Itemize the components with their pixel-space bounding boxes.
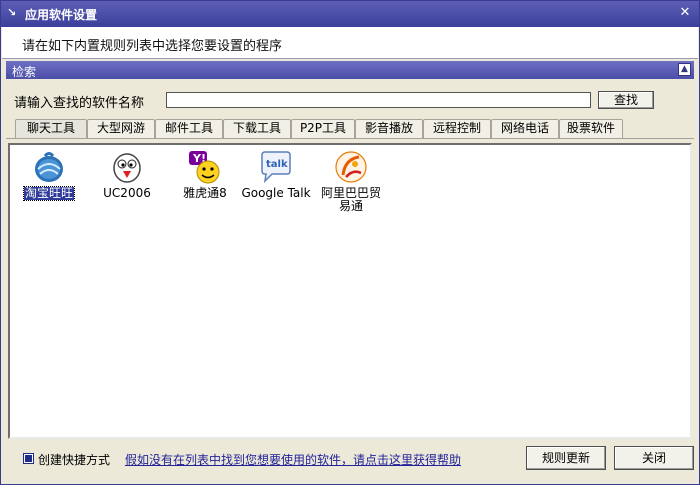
collapse-arrow-icon: ↘: [7, 6, 17, 19]
tab-remote-control[interactable]: 远程控制: [423, 119, 491, 138]
window-title: 应用软件设置: [25, 8, 98, 22]
find-button[interactable]: 查找: [598, 91, 654, 109]
app-name: Google Talk: [241, 186, 311, 200]
instruction-text: 请在如下内置规则列表中选择您要设置的程序: [22, 39, 283, 54]
search-label: 请输入查找的软件名称: [14, 96, 145, 111]
help-link[interactable]: 假如没有在列表中找到您想要使用的软件，请点击这里获得帮助: [125, 451, 461, 468]
alibaba-trademanager-icon: [335, 151, 367, 183]
app-item-yahoo-messenger[interactable]: Y! 雅虎通8: [169, 149, 241, 200]
wangwang-icon: [35, 152, 63, 182]
tab-divider: [6, 138, 694, 139]
app-list[interactable]: 淘宝旺旺 UC2006 Y! 雅虎通8 talk Google Talk 阿里巴…: [8, 143, 692, 439]
tab-p2p-tools[interactable]: P2P工具: [291, 119, 355, 138]
title-bar[interactable]: ↘ 应用软件设置 ✕: [1, 1, 699, 27]
app-item-uc2006[interactable]: UC2006: [91, 149, 163, 200]
tab-online-games[interactable]: 大型网游: [87, 119, 155, 138]
search-input[interactable]: [166, 92, 591, 108]
app-name: 雅虎通8: [183, 186, 227, 200]
search-panel-title: 检索: [12, 65, 37, 79]
app-settings-window: ↘ 应用软件设置 ✕ 请在如下内置规则列表中选择您要设置的程序 检索 ▲ 请输入…: [0, 0, 700, 485]
checkbox-checked-mark: [25, 455, 32, 462]
close-icon[interactable]: ✕: [677, 5, 693, 21]
tab-download-tools[interactable]: 下载工具: [223, 119, 291, 138]
app-item-google-talk[interactable]: talk Google Talk: [238, 149, 314, 200]
collapse-panel-button[interactable]: ▲: [678, 63, 691, 76]
uc-penguin-icon: [113, 153, 141, 183]
search-panel-header: 检索 ▲: [6, 61, 694, 79]
svg-text:talk: talk: [266, 159, 288, 170]
google-talk-icon: talk: [261, 151, 291, 184]
tab-voip[interactable]: 网络电话: [491, 119, 559, 138]
app-item-wangwang[interactable]: 淘宝旺旺: [13, 149, 85, 201]
app-name: 阿里巴巴贸易通: [320, 186, 381, 213]
search-panel: 检索 ▲ 请输入查找的软件名称 查找: [6, 61, 694, 117]
create-shortcut-checkbox[interactable]: [23, 453, 34, 464]
app-name: UC2006: [103, 186, 151, 200]
yahoo-messenger-icon: Y!: [189, 151, 220, 184]
tab-media-player[interactable]: 影音播放: [355, 119, 423, 138]
instruction-bar: 请在如下内置规则列表中选择您要设置的程序: [2, 27, 698, 59]
update-rules-button[interactable]: 规则更新: [526, 446, 606, 470]
create-shortcut-label[interactable]: 创建快捷方式: [38, 451, 110, 468]
app-item-alibaba-trademanager[interactable]: 阿里巴巴贸易通: [315, 149, 387, 213]
close-button[interactable]: 关闭: [614, 446, 694, 470]
app-name: 淘宝旺旺: [22, 186, 76, 201]
tab-stock-software[interactable]: 股票软件: [559, 119, 623, 138]
tab-mail-tools[interactable]: 邮件工具: [155, 119, 223, 138]
tab-chat-tools[interactable]: 聊天工具: [15, 119, 87, 138]
